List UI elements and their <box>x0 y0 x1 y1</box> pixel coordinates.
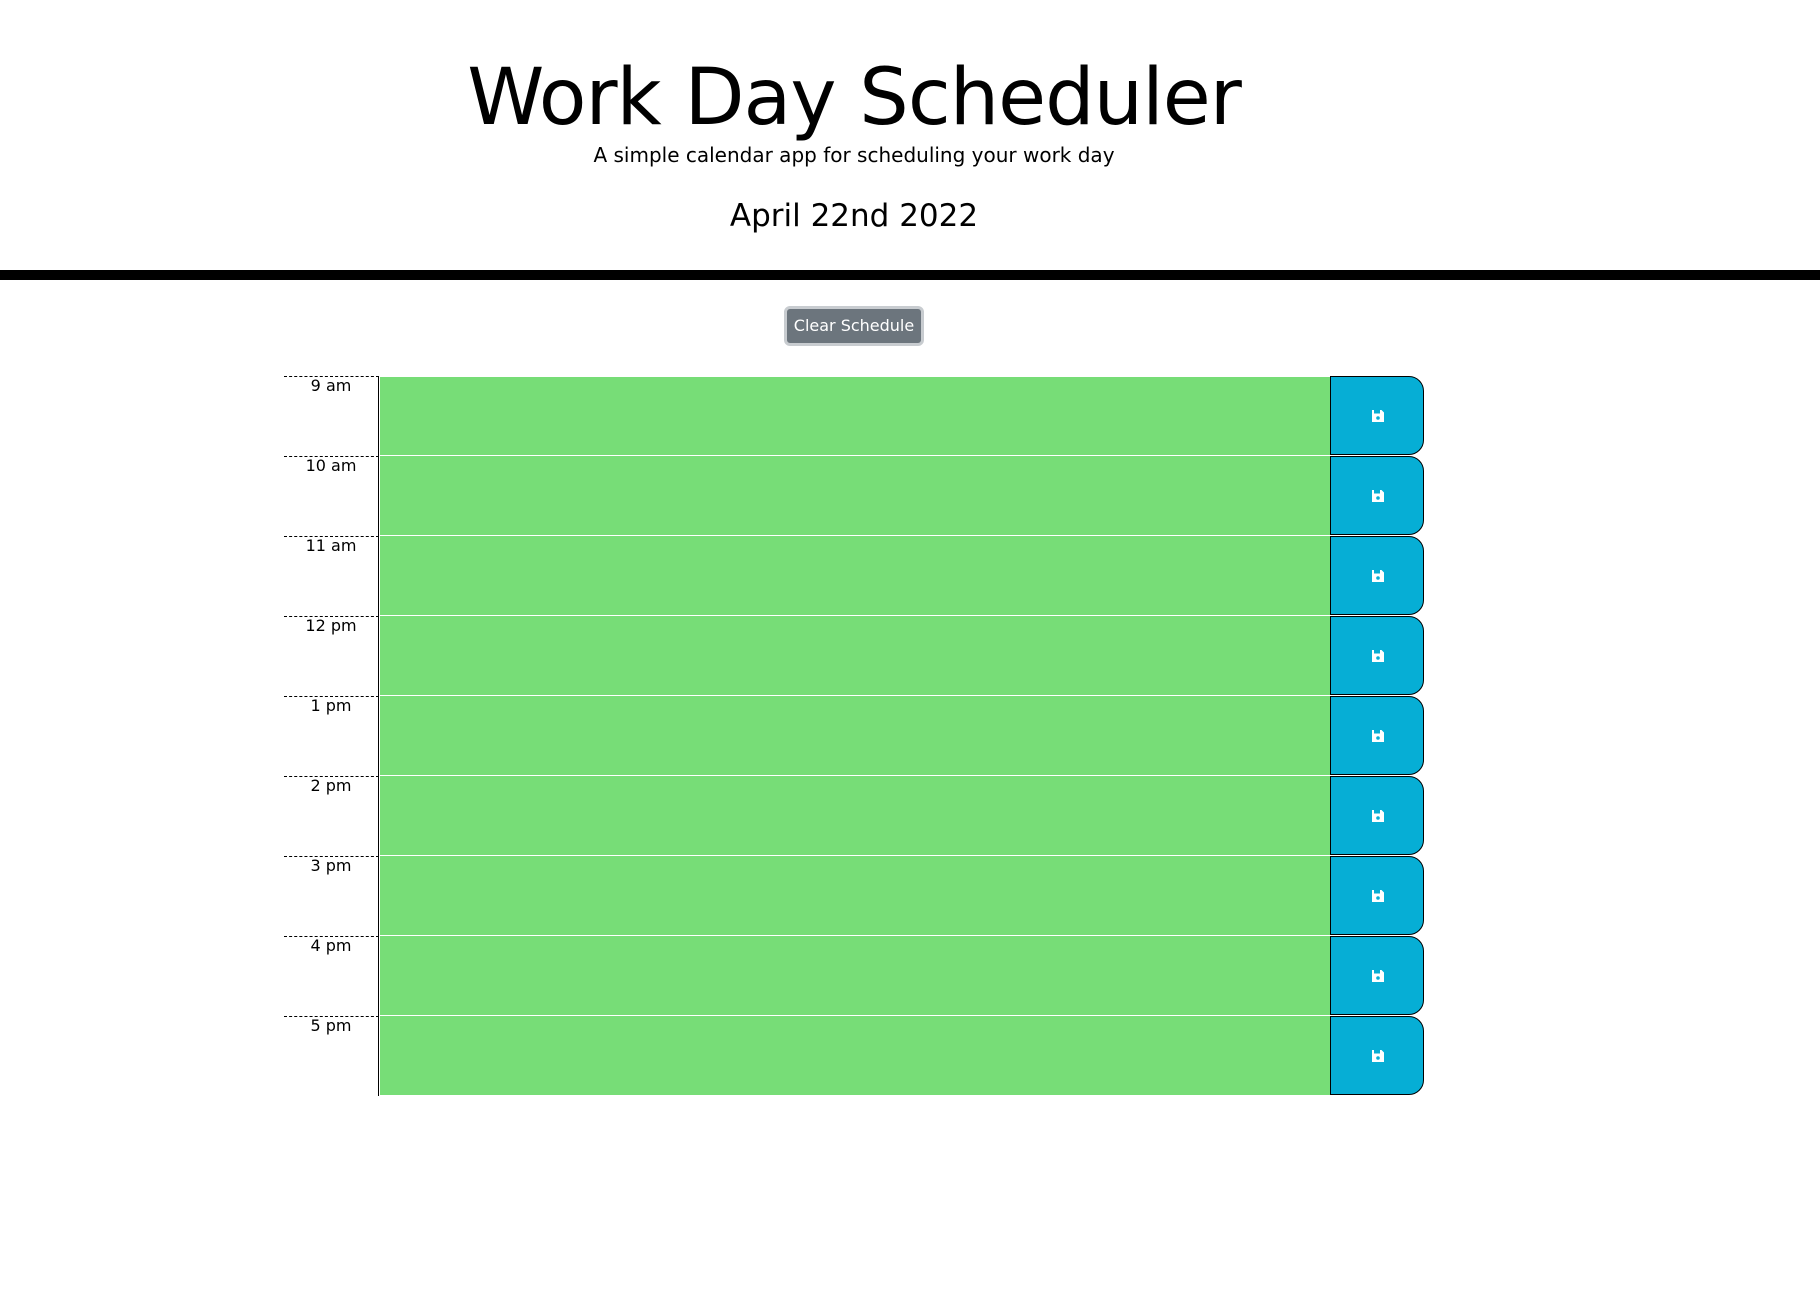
floppy-disk-icon <box>1372 570 1384 582</box>
save-button[interactable] <box>1330 456 1424 535</box>
hour-label: 4 pm <box>284 936 379 1016</box>
hour-label: 10 am <box>284 456 379 536</box>
time-block-row: 3 pm <box>284 856 1424 936</box>
save-button[interactable] <box>1330 696 1424 775</box>
save-button[interactable] <box>1330 616 1424 695</box>
save-button[interactable] <box>1330 1016 1424 1095</box>
time-block-row: 5 pm <box>284 1016 1424 1096</box>
time-block-row: 10 am <box>284 456 1424 536</box>
event-description-input[interactable] <box>380 536 1330 616</box>
current-date: April 22nd 2022 <box>729 198 979 234</box>
floppy-disk-icon <box>1372 810 1384 822</box>
floppy-disk-icon <box>1372 490 1384 502</box>
floppy-disk-icon <box>1372 1050 1384 1062</box>
save-button[interactable] <box>1330 936 1424 1015</box>
time-block-row: 12 pm <box>284 616 1424 696</box>
save-button[interactable] <box>1330 376 1424 455</box>
event-description-input[interactable] <box>380 936 1330 1016</box>
hour-label-text: 12 pm <box>305 616 357 635</box>
floppy-disk-icon <box>1372 410 1384 422</box>
floppy-disk-icon <box>1372 970 1384 982</box>
hour-label: 9 am <box>284 376 379 456</box>
hour-label: 5 pm <box>284 1016 379 1096</box>
time-block-row: 9 am <box>284 376 1424 456</box>
save-button[interactable] <box>1330 856 1424 935</box>
time-block-row: 4 pm <box>284 936 1424 1016</box>
schedule-container: 9 am 10 am 11 am 12 pm 1 pm 2 pm 3 pm 4 pm 5 pm <box>284 376 1424 1096</box>
hour-label: 11 am <box>284 536 379 616</box>
save-button[interactable] <box>1330 776 1424 855</box>
hour-label: 2 pm <box>284 776 379 856</box>
hour-label: 1 pm <box>284 696 379 776</box>
header: Work Day Scheduler A simple calendar app… <box>0 0 1820 280</box>
page-subtitle: A simple calendar app for scheduling you… <box>593 143 1115 167</box>
clear-schedule-button[interactable]: Clear Schedule <box>784 306 924 346</box>
floppy-disk-icon <box>1372 890 1384 902</box>
event-description-input[interactable] <box>380 376 1330 456</box>
time-block-row: 2 pm <box>284 776 1424 856</box>
hour-label-text: 10 am <box>305 456 357 475</box>
hour-label-text: 11 am <box>305 536 357 555</box>
page-title: Work Day Scheduler <box>467 53 1242 143</box>
hour-label: 12 pm <box>284 616 379 696</box>
time-block-row: 1 pm <box>284 696 1424 776</box>
hour-label-text: 2 pm <box>310 776 352 795</box>
hour-label-text: 4 pm <box>310 936 352 955</box>
event-description-input[interactable] <box>380 616 1330 696</box>
event-description-input[interactable] <box>380 776 1330 856</box>
floppy-disk-icon <box>1372 730 1384 742</box>
event-description-input[interactable] <box>380 696 1330 776</box>
event-description-input[interactable] <box>380 856 1330 936</box>
save-button[interactable] <box>1330 536 1424 615</box>
hour-label-text: 1 pm <box>310 696 352 715</box>
hour-label-text: 5 pm <box>310 1016 352 1035</box>
floppy-disk-icon <box>1372 650 1384 662</box>
hour-label: 3 pm <box>284 856 379 936</box>
hour-label-text: 3 pm <box>310 856 352 875</box>
time-block-row: 11 am <box>284 536 1424 616</box>
event-description-input[interactable] <box>380 1016 1330 1096</box>
hour-label-text: 9 am <box>310 376 352 395</box>
event-description-input[interactable] <box>380 456 1330 536</box>
